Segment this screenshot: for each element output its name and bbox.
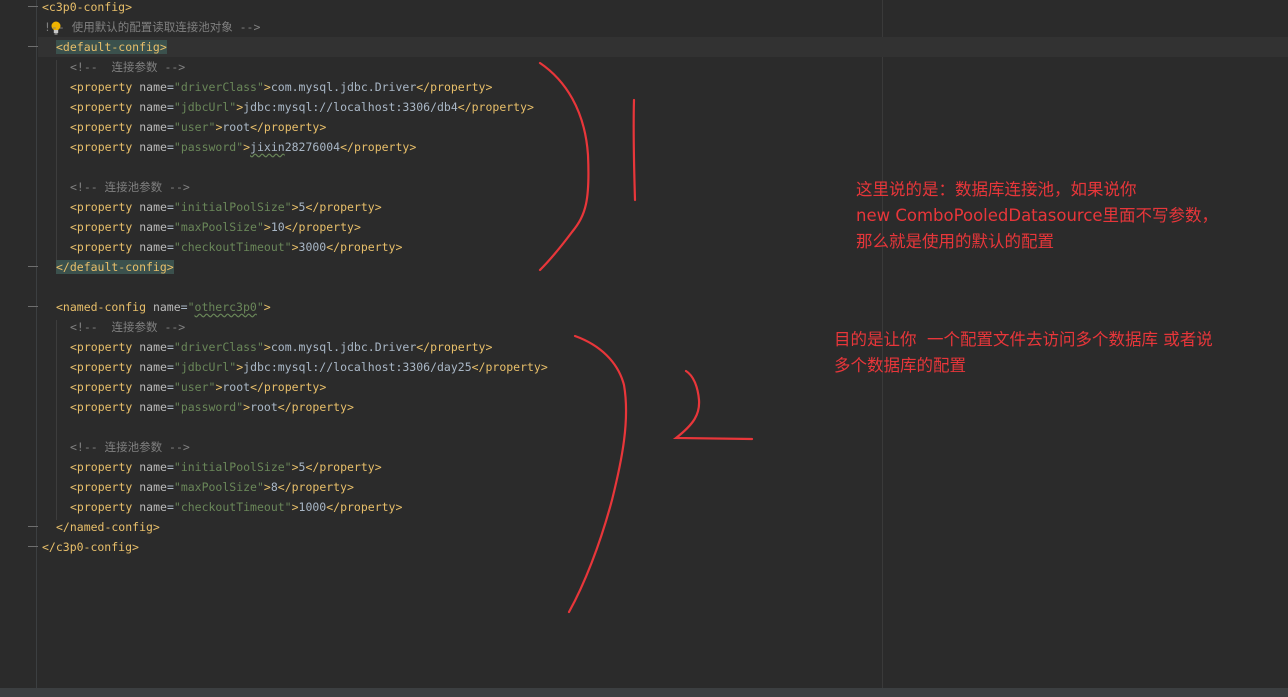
handwritten-2-mark [672,369,754,441]
annotation-note-named-config: 目的是让你 一个配置文件去访问多个数据库 或者说 多个数据库的配置 [834,330,1213,375]
status-bar [0,688,1288,697]
red-brace-1 [538,61,590,272]
red-brace-2 [567,334,628,614]
handwritten-1-mark [632,98,637,202]
annotation-note-default-config: 这里说的是：数据库连接池，如果说你 new ComboPooledDatasou… [856,180,1219,251]
